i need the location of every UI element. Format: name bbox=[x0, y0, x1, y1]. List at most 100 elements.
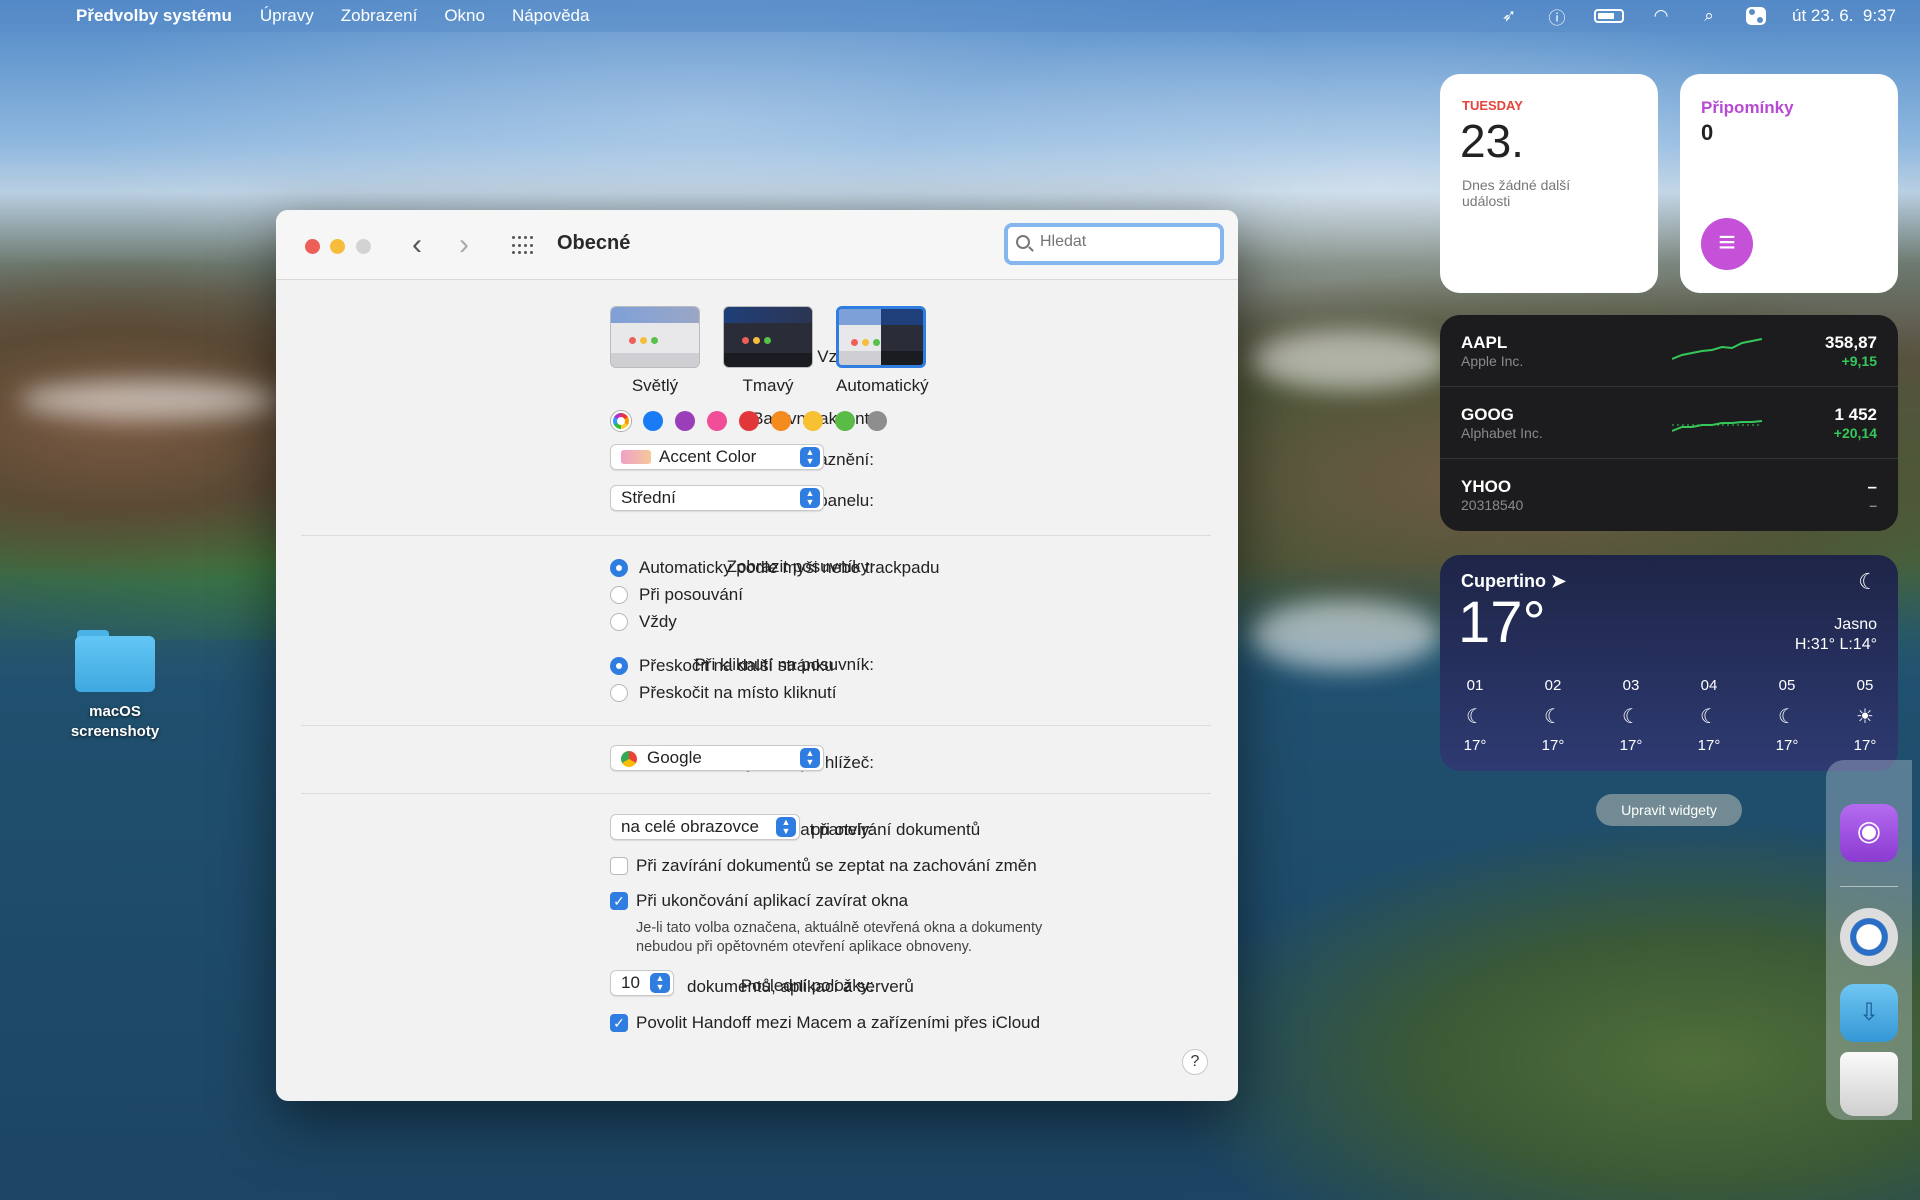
wallpaper-cloud bbox=[20, 380, 280, 420]
weather-temp: 17° bbox=[1458, 590, 1546, 655]
accent-blue[interactable] bbox=[643, 411, 663, 431]
stock-row[interactable]: AAPL Apple Inc. 358,87 +9,15 bbox=[1440, 315, 1898, 387]
stock-change: +9,15 bbox=[1841, 353, 1877, 369]
spotlight-search-icon[interactable]: ⌕ bbox=[1698, 6, 1720, 25]
appearance-dark-thumb bbox=[723, 306, 813, 368]
appearance-light-label: Světlý bbox=[631, 376, 679, 395]
sunrise-icon: ☀ bbox=[1856, 706, 1874, 728]
zoom-window-button[interactable] bbox=[356, 239, 371, 254]
scrollbars-auto-radio[interactable] bbox=[610, 559, 628, 577]
scroll-click-spot-label: Přeskočit na místo kliknutí bbox=[639, 683, 837, 702]
search-field[interactable] bbox=[1004, 223, 1224, 265]
close-windows-note-line2: nebudou při opětovném otevření aplikace … bbox=[636, 939, 972, 955]
accent-swatches bbox=[611, 411, 887, 431]
menu-item-view[interactable]: Zobrazení bbox=[341, 6, 418, 26]
wifi-icon[interactable]: ◠ bbox=[1650, 6, 1672, 25]
highlight-popup[interactable]: Accent Color ▲ ▼ bbox=[610, 444, 824, 470]
stocks-widget[interactable]: AAPL Apple Inc. 358,87 +9,15 GOOG Alphab… bbox=[1440, 315, 1898, 531]
menu-app-name[interactable]: Předvolby systému bbox=[76, 6, 232, 26]
accent-pink[interactable] bbox=[707, 411, 727, 431]
scrollbars-always-label: Vždy bbox=[639, 612, 677, 631]
forward-chevron-icon[interactable]: › bbox=[459, 230, 469, 260]
stock-name: Alphabet Inc. bbox=[1461, 425, 1543, 441]
moon-icon: ☾ bbox=[1858, 569, 1878, 594]
control-center-icon[interactable] bbox=[1746, 7, 1767, 25]
stock-symbol: AAPL bbox=[1461, 333, 1508, 352]
stock-sparkline bbox=[1672, 338, 1762, 360]
recent-items-stepper[interactable]: 10 ▲ ▼ bbox=[610, 970, 674, 996]
reminders-title: Připomínky bbox=[1701, 98, 1794, 117]
appearance-light-option[interactable]: Světlý bbox=[610, 306, 700, 396]
hour-forecast: 03 ☾ 17° bbox=[1606, 677, 1656, 754]
folder-icon bbox=[75, 628, 155, 692]
scrollbars-auto-label: Automaticky podle myši nebo trackpadu bbox=[639, 558, 940, 577]
hour-forecast: 02 ☾ 17° bbox=[1528, 677, 1578, 754]
appearance-auto-option[interactable]: Automatický bbox=[836, 306, 929, 396]
accent-red[interactable] bbox=[739, 411, 759, 431]
calendar-date: 23. bbox=[1460, 115, 1524, 167]
help-button[interactable]: ? bbox=[1182, 1049, 1208, 1075]
trash-icon[interactable] bbox=[1840, 1052, 1898, 1116]
accent-green[interactable] bbox=[835, 411, 855, 431]
stock-name: 20318540 bbox=[1461, 497, 1524, 513]
divider bbox=[301, 535, 1211, 536]
menu-item-edit[interactable]: Úpravy bbox=[260, 6, 314, 26]
accent-yellow[interactable] bbox=[803, 411, 823, 431]
edit-widgets-button[interactable]: Upravit widgety bbox=[1596, 794, 1742, 826]
podcasts-icon[interactable] bbox=[1840, 804, 1898, 862]
scroll-click-spot-radio[interactable] bbox=[610, 684, 628, 702]
close-window-button[interactable] bbox=[305, 239, 320, 254]
downloads-folder-icon[interactable] bbox=[1840, 984, 1898, 1042]
show-all-grid-icon[interactable] bbox=[512, 236, 534, 256]
weather-condition-block: Jasno H:31° L:14° bbox=[1795, 615, 1877, 655]
handoff-label: Povolit Handoff mezi Macem a zařízeními … bbox=[636, 1013, 1041, 1032]
menu-item-window[interactable]: Okno bbox=[444, 6, 485, 26]
browser-popup[interactable]: Google ▲ ▼ bbox=[610, 745, 824, 771]
wallpaper-cloud bbox=[1250, 600, 1440, 670]
search-input[interactable] bbox=[1040, 233, 1210, 251]
sidebar-size-popup[interactable]: Střední ▲ ▼ bbox=[610, 485, 824, 511]
appearance-auto-thumb bbox=[836, 306, 926, 368]
stock-row[interactable]: YHOO 20318540 – – bbox=[1440, 459, 1898, 531]
weather-widget[interactable]: Cupertino ➤ 17° ☾ Jasno H:31° L:14° 01 ☾ 1… bbox=[1440, 555, 1898, 771]
moon-icon: ☾ bbox=[1778, 706, 1796, 728]
menu-clock[interactable]: út 23. 6. 9:37 bbox=[1792, 6, 1896, 26]
scroll-next-page-radio[interactable] bbox=[610, 657, 628, 675]
menu-item-help[interactable]: Nápověda bbox=[512, 6, 590, 26]
stock-price: – bbox=[1867, 477, 1877, 496]
minimize-window-button[interactable] bbox=[330, 239, 345, 254]
ask-save-checkbox[interactable] bbox=[610, 857, 628, 875]
appearance-dark-option[interactable]: Tmavý bbox=[723, 306, 813, 396]
accent-purple[interactable] bbox=[675, 411, 695, 431]
weather-hilo: H:31° L:14° bbox=[1794, 636, 1877, 653]
weather-condition: Jasno bbox=[1834, 616, 1877, 633]
chevron-updown-icon: ▲ ▼ bbox=[650, 973, 670, 993]
scrollbars-always-radio[interactable] bbox=[610, 613, 628, 631]
appearance-light-thumb bbox=[610, 306, 700, 368]
ask-save-label: Při zavírání dokumentů se zeptat na zach… bbox=[636, 856, 1037, 875]
stock-row[interactable]: GOOG Alphabet Inc. 1 452 +20,14 bbox=[1440, 387, 1898, 459]
close-windows-note-line1: Je-li tato volba označena, aktuálně otev… bbox=[636, 920, 1043, 936]
accent-orange[interactable] bbox=[771, 411, 791, 431]
rocket-icon[interactable]: ➶ bbox=[1498, 6, 1520, 25]
battery-icon[interactable] bbox=[1594, 9, 1625, 23]
reminders-widget[interactable]: Připomínky 0 bbox=[1680, 74, 1898, 293]
onepassword-app-icon[interactable] bbox=[1840, 908, 1898, 966]
handoff-checkbox[interactable]: ✓ bbox=[610, 1014, 628, 1032]
highlight-color-swatch bbox=[621, 450, 651, 464]
accent-multicolor[interactable] bbox=[611, 411, 631, 431]
chevron-updown-icon: ▲ ▼ bbox=[776, 817, 796, 837]
prefer-tabs-popup[interactable]: na celé obrazovce ▲ ▼ bbox=[610, 814, 800, 840]
accent-graphite[interactable] bbox=[867, 411, 887, 431]
close-windows-checkbox[interactable]: ✓ bbox=[610, 892, 628, 910]
stock-sparkline bbox=[1672, 420, 1762, 432]
desktop-folder[interactable]: macOS screenshoty bbox=[60, 628, 170, 742]
back-chevron-icon[interactable]: ‹ bbox=[412, 230, 422, 260]
window-title: Obecné bbox=[557, 232, 631, 254]
scrollbars-scrolling-radio[interactable] bbox=[610, 586, 628, 604]
weather-hourly: 01 ☾ 17° 02 ☾ 17° 03 ☾ 17° 04 ☾ 17° 05 ☾ 17° 05 ☀ 17… bbox=[1450, 677, 1890, 754]
calendar-widget[interactable]: TUESDAY 23. Dnes žádné další události bbox=[1440, 74, 1658, 293]
calendar-no-events: Dnes žádné další události bbox=[1462, 177, 1571, 209]
stock-symbol: GOOG bbox=[1461, 405, 1514, 424]
onepassword-icon[interactable]: ⓘ bbox=[1546, 7, 1568, 28]
